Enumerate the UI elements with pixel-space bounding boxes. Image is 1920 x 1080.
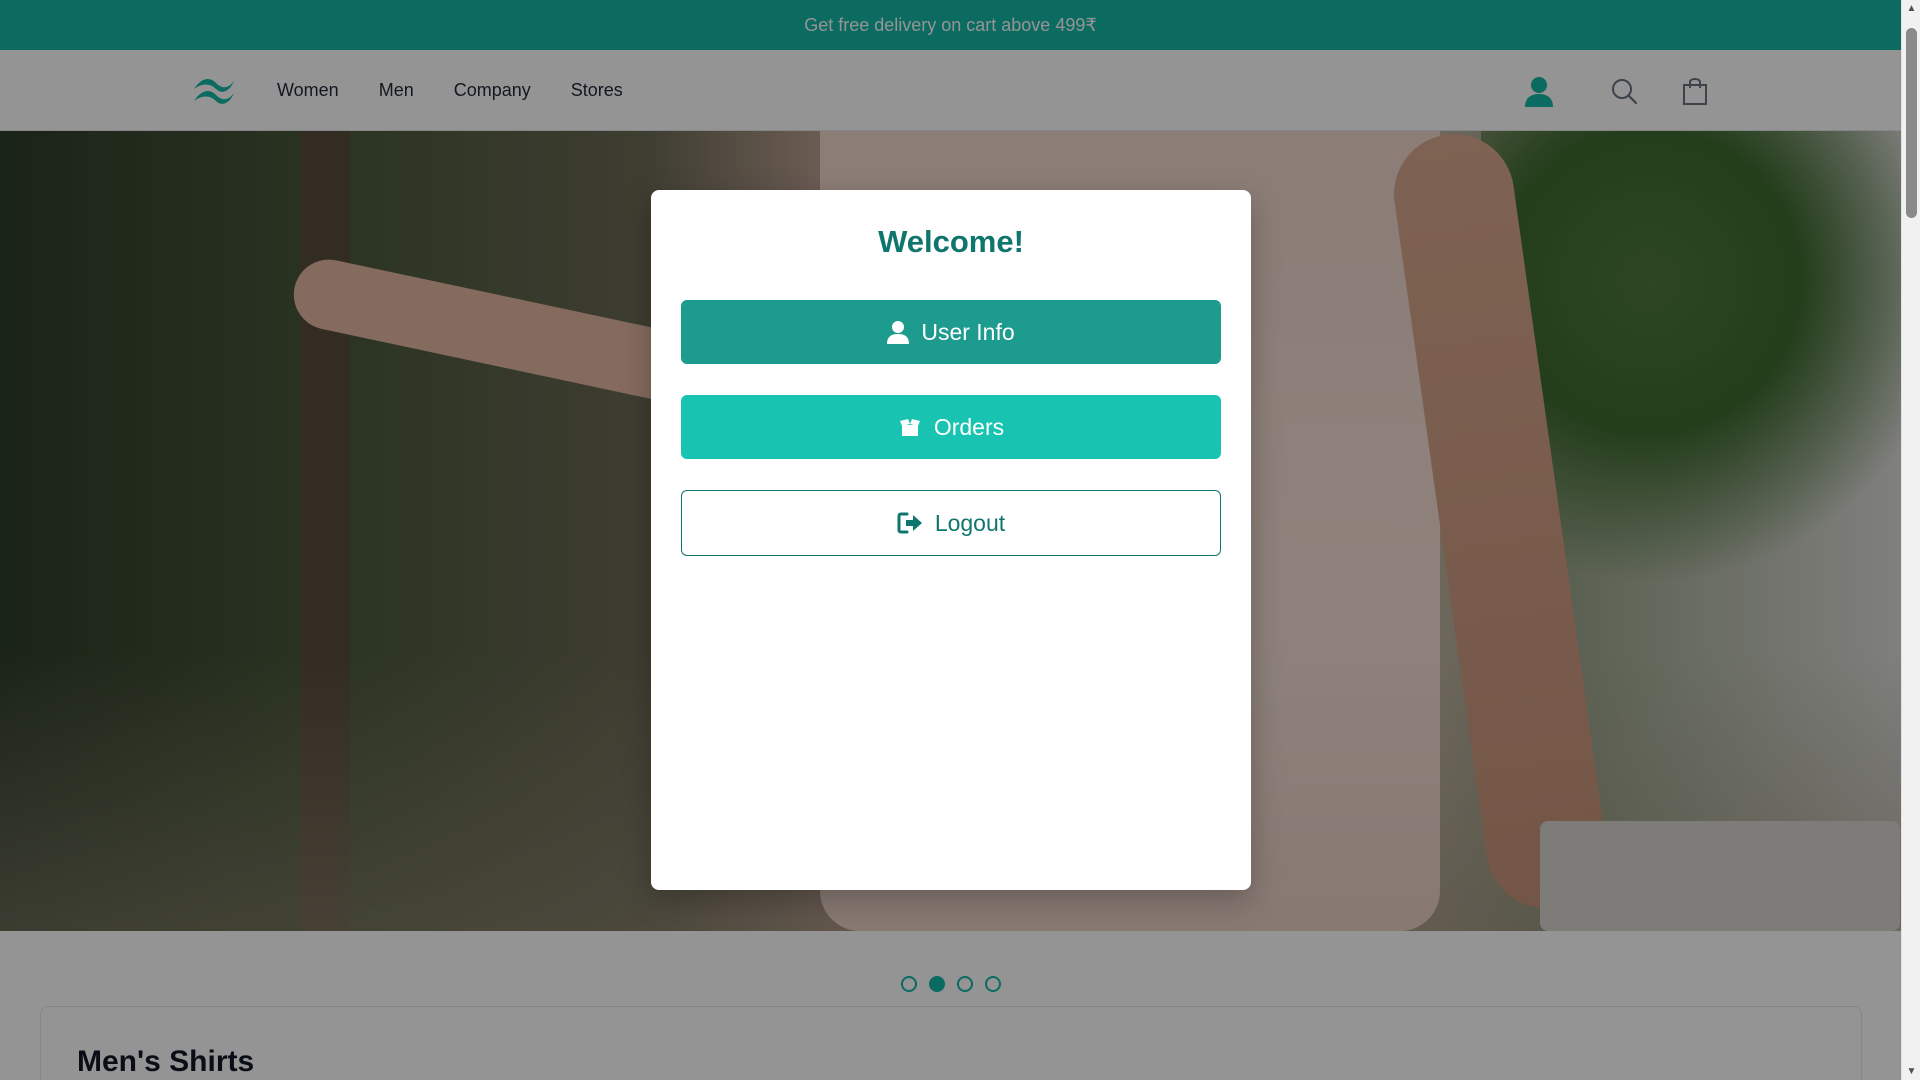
logout-button[interactable]: Logout xyxy=(681,490,1221,556)
account-modal: Welcome! User Info Orders Logout xyxy=(651,190,1251,890)
scroll-up-arrow-icon[interactable]: ▲ xyxy=(1902,0,1920,17)
logout-icon xyxy=(897,512,923,534)
user-info-button[interactable]: User Info xyxy=(681,300,1221,364)
logout-label: Logout xyxy=(934,509,1006,536)
orders-button[interactable]: Orders xyxy=(681,395,1221,459)
modal-title: Welcome! xyxy=(878,224,1024,259)
orders-label: Orders xyxy=(933,413,1005,440)
page-scrollbar[interactable]: ▲ ▼ xyxy=(1901,0,1920,1080)
user-info-label: User Info xyxy=(921,318,1015,345)
scrollbar-thumb[interactable] xyxy=(1906,28,1917,218)
box-open-icon xyxy=(898,417,922,437)
scroll-down-arrow-icon[interactable]: ▼ xyxy=(1902,1063,1920,1080)
user-icon xyxy=(887,320,910,344)
